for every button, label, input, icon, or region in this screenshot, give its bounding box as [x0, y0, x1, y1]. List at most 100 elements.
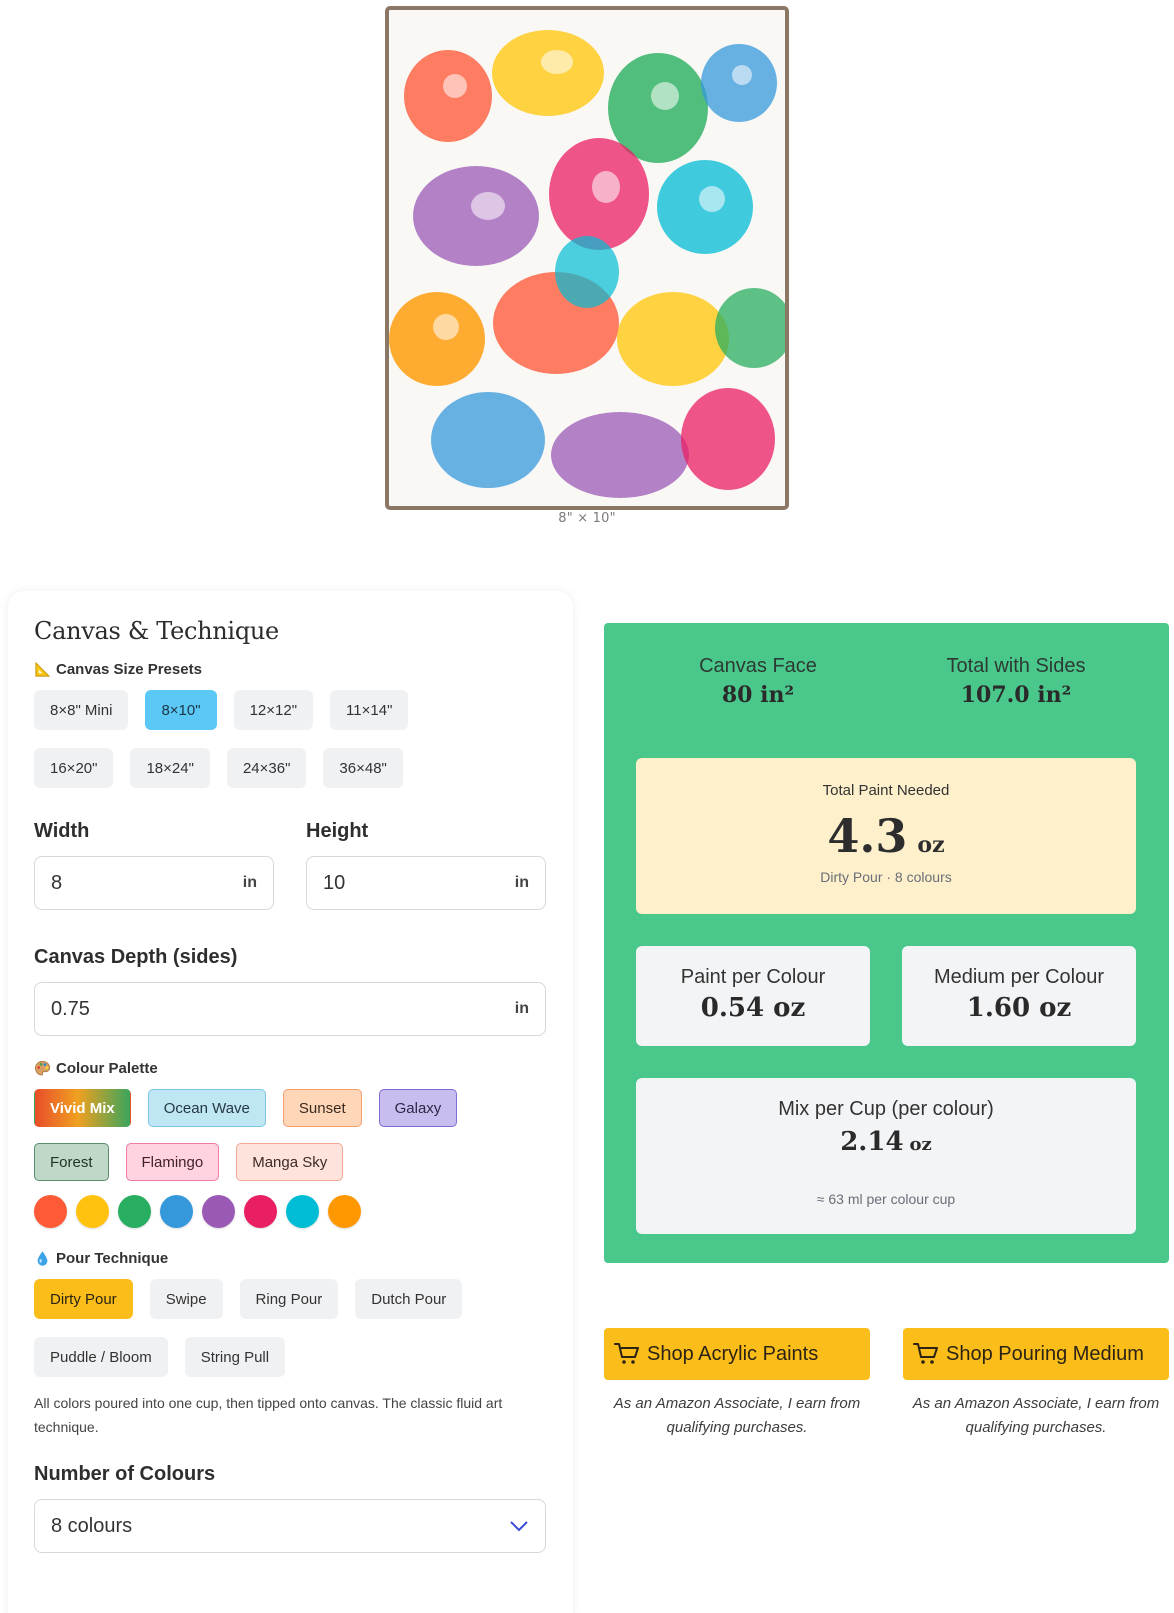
technique-description: All colors poured into one cup, then tip…	[34, 1395, 503, 1435]
preset-36x48[interactable]: 36×48"	[323, 748, 403, 788]
total-sides-stat: Total with Sides 107.0 in²	[896, 655, 1136, 708]
panel-title: Canvas & Technique	[34, 617, 279, 645]
canvas-face-label: Canvas Face	[699, 655, 817, 677]
canvas-dimension-label: 8" × 10"	[558, 511, 616, 526]
width-input[interactable]: 8 in	[34, 856, 274, 910]
triangle-ruler-icon	[35, 661, 51, 677]
technique-string-pull[interactable]: String Pull	[184, 1337, 286, 1377]
paint-cell	[715, 288, 785, 368]
palette-forest[interactable]: Forest	[34, 1143, 109, 1181]
paint-highlight	[651, 82, 679, 110]
height-input[interactable]: 10 in	[306, 856, 546, 910]
swatch-pink	[244, 1195, 277, 1228]
swatch-orange	[328, 1195, 361, 1228]
affiliate-disclaimer: As an Amazon Associate, I earn from qual…	[613, 1395, 861, 1436]
preset-12x12[interactable]: 12×12"	[233, 690, 314, 730]
results-panel: Canvas Face 80 in² Total with Sides 107.…	[604, 623, 1169, 1263]
paint-cell	[617, 292, 729, 386]
swatch-cyan	[286, 1195, 319, 1228]
technique-swipe[interactable]: Swipe	[149, 1279, 223, 1319]
paint-cell	[389, 292, 485, 386]
palette-icon	[35, 1061, 51, 1076]
paint-highlight	[699, 186, 725, 212]
depth-unit: in	[514, 1000, 529, 1017]
mix-per-cup-value: 2.14	[840, 1127, 904, 1157]
paint-highlight	[443, 74, 467, 98]
palette-options: Vivid Mix Ocean Wave Sunset Galaxy Fores…	[34, 1089, 504, 1181]
paint-cell	[681, 388, 775, 490]
paint-cell	[492, 30, 604, 116]
shop-paints-group: Shop Acrylic Paints As an Amazon Associa…	[604, 1328, 870, 1440]
preset-24x36[interactable]: 24×36"	[226, 748, 307, 788]
paint-cell	[431, 392, 545, 488]
palette-flamingo[interactable]: Flamingo	[125, 1143, 220, 1181]
affiliate-disclaimer: As an Amazon Associate, I earn from qual…	[912, 1395, 1160, 1436]
technique-ring-pour[interactable]: Ring Pour	[239, 1279, 339, 1319]
paint-cell	[551, 412, 689, 498]
canvas-technique-panel: Canvas & Technique Canvas Size Presets 8…	[8, 591, 573, 1613]
preset-8x8-mini[interactable]: 8×8" Mini	[34, 690, 129, 730]
paint-highlight	[541, 50, 573, 74]
paint-per-colour-card: Paint per Colour 0.54 oz	[636, 946, 870, 1046]
palette-swatches	[34, 1195, 547, 1228]
height-field-group: Height 10 in	[306, 820, 546, 910]
shop-pouring-medium-label: Shop Pouring Medium	[946, 1342, 1144, 1365]
paint-per-colour-value: 0.54 oz	[700, 993, 806, 1023]
technique-heading: Pour Technique	[34, 1250, 547, 1267]
total-paint-value: 4.3	[827, 809, 908, 863]
size-presets: 8×8" Mini 8×10" 12×12" 11×14" 16×20" 18×…	[34, 690, 504, 788]
preset-11x14[interactable]: 11×14"	[330, 690, 409, 730]
preset-16x20[interactable]: 16×20"	[34, 748, 114, 788]
medium-per-colour-label: Medium per Colour	[933, 966, 1105, 988]
paint-highlight	[732, 65, 752, 85]
medium-per-colour-card: Medium per Colour 1.60 oz	[902, 946, 1136, 1046]
palette-ocean-wave[interactable]: Ocean Wave	[147, 1089, 266, 1127]
colours-label: Number of Colours	[34, 1463, 216, 1485]
medium-per-colour-value: 1.60 oz	[966, 993, 1072, 1023]
width-field-group: Width 8 in	[34, 820, 274, 910]
preset-8x10[interactable]: 8×10"	[145, 690, 217, 730]
technique-heading-label: Pour Technique	[56, 1250, 169, 1267]
height-label: Height	[306, 820, 369, 842]
total-sides-label: Total with Sides	[946, 655, 1086, 677]
technique-dirty-pour[interactable]: Dirty Pour	[34, 1279, 133, 1319]
total-paint-card: Total Paint Needed 4.3 oz Dirty Pour · 8 …	[636, 758, 1136, 914]
colours-select[interactable]: 8 colours	[34, 1499, 546, 1553]
shop-acrylic-paints-label: Shop Acrylic Paints	[647, 1342, 819, 1365]
shop-acrylic-paints-button[interactable]: Shop Acrylic Paints	[604, 1328, 870, 1380]
swatch-purple	[202, 1195, 235, 1228]
width-unit: in	[242, 874, 257, 891]
palette-manga-sky[interactable]: Manga Sky	[236, 1143, 344, 1181]
technique-options: Dirty Pour Swipe Ring Pour Dutch Pour Pu…	[34, 1279, 504, 1377]
height-unit: in	[514, 874, 529, 891]
mix-per-cup-unit: oz	[909, 1134, 932, 1155]
chevron-down-icon	[510, 1521, 528, 1532]
swatch-red	[34, 1195, 67, 1228]
swatch-green	[118, 1195, 151, 1228]
paint-highlight	[592, 171, 620, 203]
palette-vivid-mix[interactable]: Vivid Mix	[34, 1089, 131, 1127]
palette-heading-label: Colour Palette	[56, 1060, 158, 1077]
palette-heading: Colour Palette	[34, 1060, 547, 1077]
depth-input[interactable]: 0.75 in	[34, 982, 546, 1036]
technique-dutch-pour[interactable]: Dutch Pour	[355, 1279, 463, 1319]
palette-sunset[interactable]: Sunset	[282, 1089, 362, 1127]
depth-field-group: Canvas Depth (sides) 0.75 in	[34, 946, 547, 1036]
shopping-cart-icon	[614, 1343, 639, 1364]
total-paint-amount: 4.3 oz	[636, 809, 1136, 863]
paint-cell	[555, 236, 619, 308]
droplet-icon	[37, 1251, 48, 1266]
depth-value: 0.75	[51, 997, 90, 1020]
mix-per-cup-amount: 2.14 oz	[636, 1127, 1136, 1157]
dimension-fields: Width 8 in Height 10 in	[34, 820, 547, 910]
width-label: Width	[34, 820, 90, 842]
palette-galaxy[interactable]: Galaxy	[378, 1089, 458, 1127]
total-paint-unit: oz	[917, 832, 945, 858]
swatch-blue	[160, 1195, 193, 1228]
technique-puddle-bloom[interactable]: Puddle / Bloom	[34, 1337, 168, 1377]
mix-per-cup-label: Mix per Cup (per colour)	[778, 1098, 994, 1120]
canvas-face-value: 80 in²	[721, 682, 795, 708]
preset-18x24[interactable]: 18×24"	[130, 748, 210, 788]
shop-pouring-medium-button[interactable]: Shop Pouring Medium	[903, 1328, 1169, 1380]
paint-highlight	[433, 314, 459, 340]
